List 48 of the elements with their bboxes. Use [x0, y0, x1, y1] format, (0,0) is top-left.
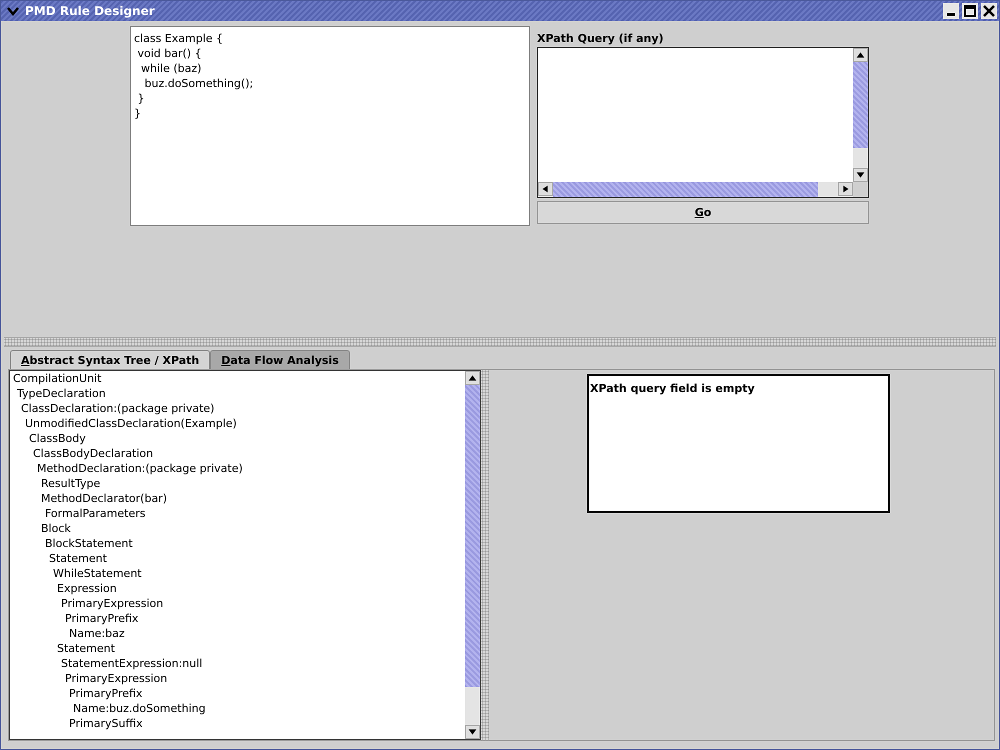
scroll-down-icon[interactable] [465, 725, 480, 739]
scrollbar-thumb[interactable] [853, 62, 868, 148]
tree-node[interactable]: ClassBody [10, 431, 465, 446]
tree-node[interactable]: ClassDeclaration:(package private) [10, 401, 465, 416]
minimize-icon[interactable] [943, 3, 959, 19]
tree-node[interactable]: WhileStatement [10, 566, 465, 581]
tree-node[interactable]: PrimaryExpression [10, 671, 465, 686]
close-icon[interactable] [981, 3, 997, 19]
tree-node[interactable]: Statement [10, 551, 465, 566]
tree-node[interactable]: Name:buz.doSomething [10, 701, 465, 716]
tree-node[interactable]: PrimaryPrefix [10, 686, 465, 701]
scrollbar-thumb[interactable] [553, 182, 818, 197]
tree-node[interactable]: Expression [10, 581, 465, 596]
vertical-scrollbar[interactable] [853, 48, 868, 182]
result-message: XPath query field is empty [590, 382, 755, 395]
scroll-left-icon[interactable] [538, 182, 553, 196]
tree-node[interactable]: FormalParameters [10, 506, 465, 521]
tree-node[interactable]: Statement [10, 641, 465, 656]
tree-node[interactable]: TypeDeclaration [10, 386, 465, 401]
tree-node[interactable]: Block [10, 521, 465, 536]
tab[interactable]: Data Flow Analysis [210, 350, 350, 369]
tree-node[interactable]: MethodDeclaration:(package private) [10, 461, 465, 476]
tree-node[interactable]: Name:baz [10, 626, 465, 641]
tree-node[interactable]: MethodDeclarator(bar) [10, 491, 465, 506]
tree-node[interactable]: ClassBodyDeclaration [10, 446, 465, 461]
xpath-label: XPath Query (if any) [537, 32, 665, 47]
scroll-up-icon[interactable] [465, 371, 480, 385]
scroll-right-icon[interactable] [838, 182, 853, 196]
horizontal-scrollbar[interactable] [538, 182, 868, 197]
scrollbar-thumb[interactable] [465, 385, 480, 687]
go-button[interactable]: Go [537, 201, 869, 224]
tree-node[interactable]: CompilationUnit [10, 371, 465, 386]
maximize-icon[interactable] [962, 3, 978, 19]
tree-node[interactable]: PrimaryPrefix [10, 611, 465, 626]
scroll-down-icon[interactable] [853, 168, 868, 182]
vertical-scrollbar[interactable] [465, 371, 480, 739]
tree-node[interactable]: PrimaryExpression [10, 596, 465, 611]
tree-node[interactable]: PrimarySuffix [10, 716, 465, 731]
tree-node[interactable]: ResultType [10, 476, 465, 491]
tree-node[interactable]: UnmodifiedClassDeclaration(Example) [10, 416, 465, 431]
tab[interactable]: Abstract Syntax Tree / XPath [10, 350, 210, 369]
tree-node[interactable]: BlockStatement [10, 536, 465, 551]
tree-node[interactable]: StatementExpression:null [10, 656, 465, 671]
code-editor[interactable]: class Example { void bar() { while (baz) buz.doSomething(); } } [130, 26, 530, 226]
window-title: PMD Rule Designer [25, 4, 155, 18]
xpath-query-field[interactable] [537, 47, 869, 198]
scrollbar-corner [853, 182, 868, 197]
scroll-up-icon[interactable] [853, 48, 868, 62]
